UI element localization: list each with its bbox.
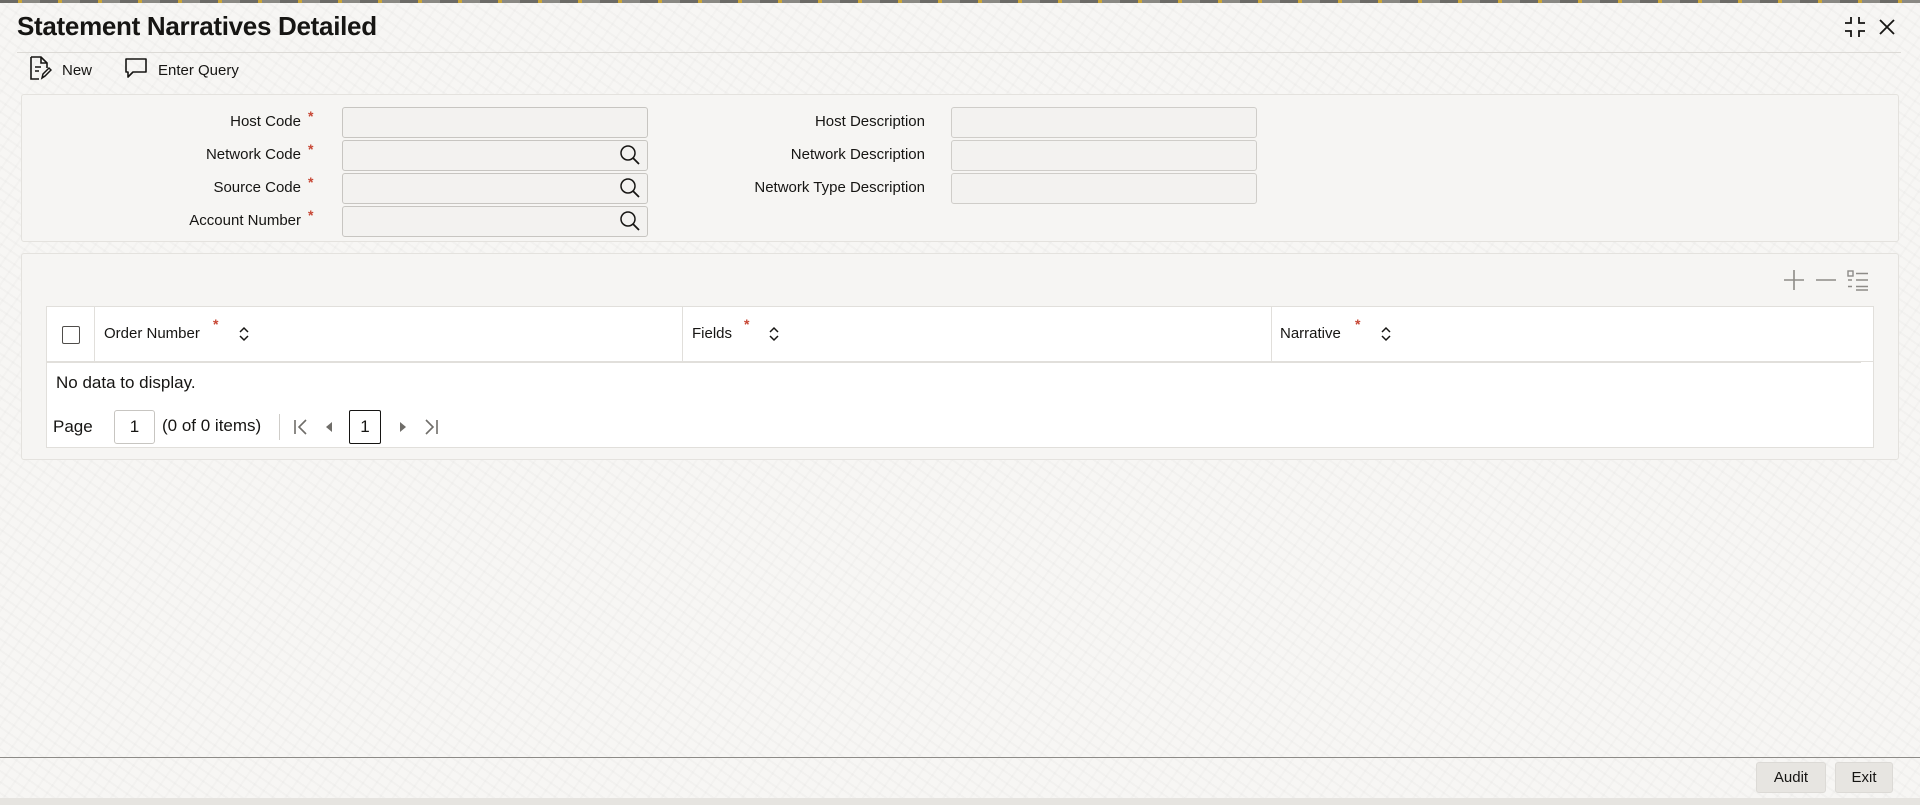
chat-bubble-icon xyxy=(124,57,148,83)
order-number-required: * xyxy=(213,316,219,332)
column-divider xyxy=(1271,307,1272,362)
page-number-input[interactable] xyxy=(114,410,155,444)
account-number-input[interactable] xyxy=(342,206,648,237)
host-code-required: * xyxy=(308,108,314,124)
new-label: New xyxy=(62,61,93,79)
next-page-icon[interactable] xyxy=(393,416,413,438)
footer-divider xyxy=(0,757,1920,758)
delete-row-icon[interactable] xyxy=(1813,267,1839,293)
page-label: Page xyxy=(53,417,93,436)
fields-required: * xyxy=(744,316,750,332)
fields-sort-icon[interactable] xyxy=(767,325,781,343)
narrative-required: * xyxy=(1355,316,1361,332)
network-code-search-icon[interactable] xyxy=(619,144,641,166)
account-number-search-icon[interactable] xyxy=(619,210,641,232)
account-number-required: * xyxy=(308,207,314,223)
network-type-description-label: Network Type Description xyxy=(754,179,925,196)
narrative-sort-icon[interactable] xyxy=(1379,325,1393,343)
column-divider xyxy=(94,307,95,362)
column-header-narrative[interactable]: Narrative xyxy=(1280,325,1341,342)
column-divider xyxy=(682,307,683,362)
host-description-label: Host Description xyxy=(814,113,925,130)
account-number-label: Account Number xyxy=(189,212,301,229)
network-code-required: * xyxy=(308,141,314,157)
enter-query-button[interactable]: Enter Query xyxy=(124,56,239,84)
page-title: Statement Narratives Detailed xyxy=(17,11,377,41)
title-divider xyxy=(17,52,1901,53)
first-page-icon[interactable] xyxy=(291,416,311,438)
host-code-label: Host Code xyxy=(230,113,301,130)
new-button[interactable]: New xyxy=(28,56,92,84)
column-header-order-number[interactable]: Order Number xyxy=(104,325,200,342)
host-code-input[interactable] xyxy=(342,107,648,138)
network-description-field xyxy=(951,140,1257,171)
empty-message: No data to display. xyxy=(56,373,196,392)
enter-query-label: Enter Query xyxy=(158,61,239,79)
previous-page-icon[interactable] xyxy=(319,416,339,438)
item-count: (0 of 0 items) xyxy=(162,416,262,435)
network-code-input[interactable] xyxy=(342,140,648,171)
select-all-checkbox[interactable] xyxy=(62,326,80,344)
source-code-search-icon[interactable] xyxy=(619,177,641,199)
single-record-view-icon[interactable] xyxy=(1845,267,1871,293)
order-number-sort-icon[interactable] xyxy=(237,325,251,343)
narratives-table: Order Number * Fields * Narrative * No d… xyxy=(46,306,1874,448)
table-header: Order Number * Fields * Narrative * xyxy=(47,307,1873,362)
network-type-description-field xyxy=(951,173,1257,204)
source-code-label: Source Code xyxy=(213,179,301,196)
last-page-icon[interactable] xyxy=(421,416,441,438)
exit-button[interactable]: Exit xyxy=(1835,762,1893,793)
new-document-icon xyxy=(28,55,53,85)
audit-button[interactable]: Audit xyxy=(1756,762,1826,793)
column-header-fields[interactable]: Fields xyxy=(692,325,732,342)
source-code-input[interactable] xyxy=(342,173,648,204)
source-code-required: * xyxy=(308,174,314,190)
network-code-label: Network Code xyxy=(205,146,301,163)
header-decoration-strip xyxy=(0,0,1920,3)
pager-divider xyxy=(279,414,280,440)
collapse-icon[interactable] xyxy=(1842,14,1868,40)
footer-bar xyxy=(0,798,1920,805)
current-page-button[interactable]: 1 xyxy=(349,410,381,444)
close-icon[interactable] xyxy=(1874,14,1900,40)
network-description-label: Network Description xyxy=(790,146,925,163)
add-row-icon[interactable] xyxy=(1781,267,1807,293)
pagination: Page (0 of 0 items) 1 xyxy=(53,410,438,444)
header-divider xyxy=(47,362,1861,363)
host-description-field xyxy=(951,107,1257,138)
